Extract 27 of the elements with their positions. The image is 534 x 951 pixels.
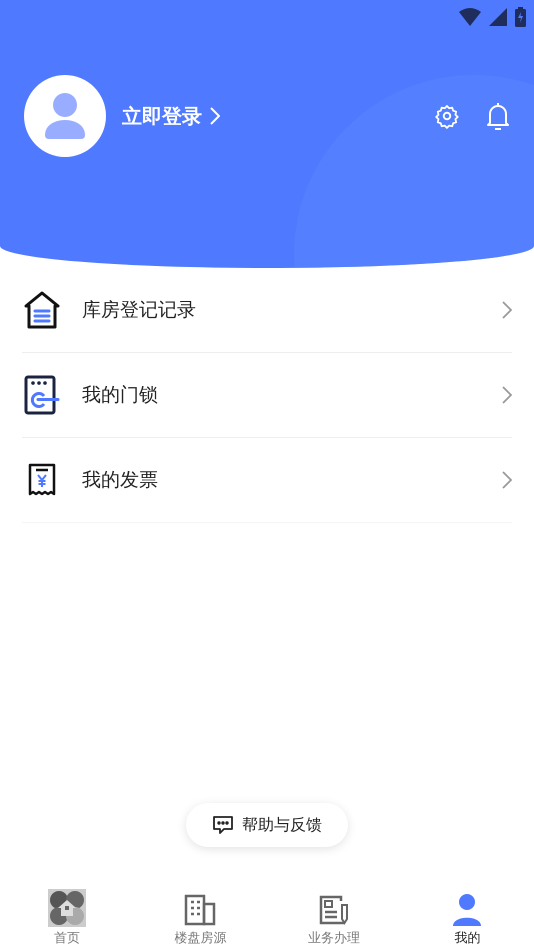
menu-label: 我的门锁 (82, 382, 158, 408)
chevron-right-icon (210, 107, 220, 125)
menu-label: 我的发票 (82, 468, 158, 493)
person-icon (45, 93, 85, 139)
chat-icon (212, 815, 234, 835)
chevron-right-icon (502, 386, 512, 404)
nav-tab[interactable]: 业务办理 (267, 885, 400, 951)
receipt-icon (27, 463, 57, 497)
building-icon (183, 893, 218, 927)
nav-tab[interactable]: 我的 (400, 885, 534, 951)
nav-tab[interactable]: 楼盘房源 (134, 885, 267, 951)
bell-icon[interactable] (486, 101, 510, 131)
help-feedback-button[interactable]: 帮助与反馈 (186, 803, 348, 847)
chevron-right-icon (502, 301, 512, 319)
settings-icon[interactable] (434, 103, 460, 129)
door-lock-icon (24, 375, 60, 415)
nav-tab[interactable]: 首页 (0, 885, 134, 951)
wifi-icon (459, 8, 481, 26)
battery-icon (515, 7, 526, 27)
house-list-icon (23, 290, 61, 330)
chevron-right-icon (502, 471, 512, 489)
login-link[interactable]: 立即登录 (122, 101, 220, 131)
menu-label: 库房登记记录 (82, 298, 196, 323)
menu-item[interactable]: 我的门锁 (22, 353, 512, 438)
home-logo-icon (48, 889, 86, 927)
menu-item[interactable]: 库房登记记录 (22, 268, 512, 353)
signal-icon (489, 8, 507, 26)
